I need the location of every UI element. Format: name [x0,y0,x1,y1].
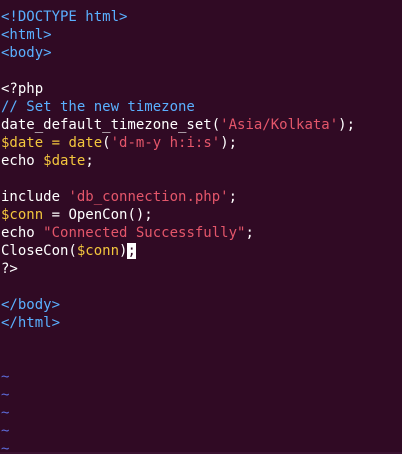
code-line[interactable]: CloseCon($conn); [1,242,402,260]
code-line[interactable] [1,332,402,350]
empty-buffer-line[interactable]: ~ [1,422,402,440]
code-token-text: ); [338,117,356,133]
code-token-tag: <html> [1,27,52,43]
code-line[interactable]: date_default_timezone_set('Asia/Kolkata'… [1,116,402,134]
code-line[interactable]: <body> [1,44,402,62]
code-token-tilde: ~ [1,387,10,403]
code-token-tilde: ~ [1,405,10,421]
code-token-text: ( [102,135,111,151]
code-token-tag: </html> [1,315,61,331]
code-editor[interactable]: <!DOCTYPE html> <html> <body> <?php // Set t… [0,0,402,454]
code-token-text: ?> [1,261,18,277]
text-cursor: ; [127,243,136,259]
code-token-tilde: ~ [1,423,10,439]
code-line[interactable]: <html> [1,26,402,44]
code-line[interactable]: $date = date('d-m-y h:i:s'); [1,134,402,152]
code-line[interactable]: </body> [1,296,402,314]
code-line[interactable] [1,170,402,188]
code-token-variable: $date [1,135,44,151]
code-line[interactable] [1,278,402,296]
code-token-text: OpenCon(); [68,207,153,223]
code-line[interactable]: </html> [1,314,402,332]
empty-buffer-line[interactable]: ~ [1,404,402,422]
code-line[interactable]: echo "Connected Successfully"; [1,224,402,242]
code-token-text: echo [1,225,44,241]
code-line[interactable]: echo $date; [1,152,402,170]
code-token-text: ; [245,225,254,241]
code-line[interactable] [1,62,402,80]
code-token-text: date_default_timezone_set( [1,117,221,133]
empty-buffer-line[interactable]: ~ [1,386,402,404]
code-line[interactable]: $conn = OpenCon(); [1,206,402,224]
code-line[interactable]: ?> [1,260,402,278]
code-token-string: 'd-m-y h:i:s' [110,135,221,151]
code-token-text: CloseCon( [1,243,77,259]
code-token-variable: $conn [1,207,44,223]
code-token-tag: <body> [1,45,52,61]
empty-buffer-line[interactable]: ~ [1,368,402,386]
code-token-text: = [43,207,69,223]
code-token-variable: date [68,135,103,151]
code-token-variable: $date [43,153,86,169]
code-token-variable: $conn [76,243,120,259]
code-line[interactable] [1,350,402,368]
code-token-text: ); [220,135,238,151]
code-token-text: ; [228,189,238,205]
code-line[interactable]: include 'db_connection.php'; [1,188,402,206]
code-token-tilde: ~ [1,369,10,385]
code-token-string: 'db_connection.php' [68,189,229,205]
code-token-text: <?php [1,81,44,97]
code-token-text: include [1,189,69,205]
code-line[interactable]: // Set the new timezone [1,98,402,116]
code-token-string: 'Asia/Kolkata' [220,117,339,133]
editor-buffer[interactable]: <!DOCTYPE html> <html> <body> <?php // Set t… [1,8,402,454]
code-token-tag: </body> [1,297,61,313]
code-token-string: "Connected Successfully" [43,225,246,241]
code-token-comment: // Set the new timezone [1,99,195,115]
code-token-tag: <!DOCTYPE html> [1,9,128,25]
code-token-text: ; [85,153,94,169]
code-line[interactable]: <!DOCTYPE html> [1,8,402,26]
code-token-text: echo [1,153,44,169]
code-line[interactable]: <?php [1,80,402,98]
code-token-variable: = [43,135,69,151]
